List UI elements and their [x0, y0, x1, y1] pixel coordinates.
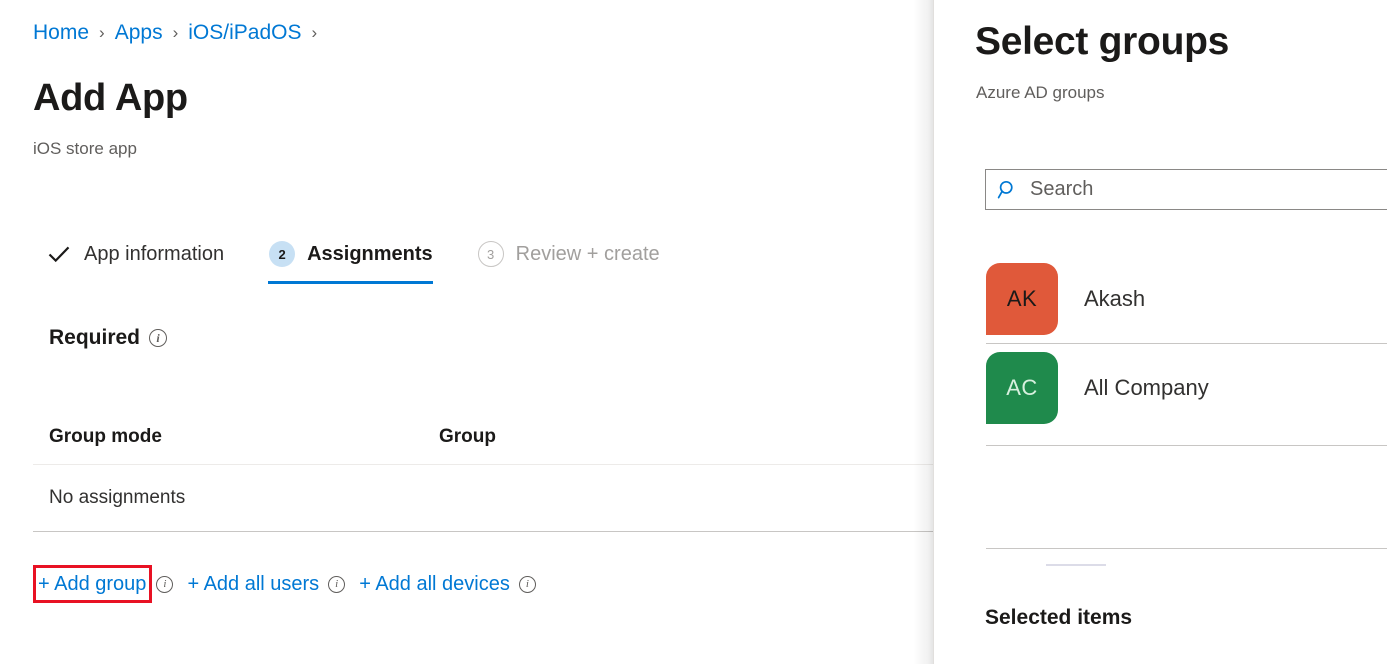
wizard-step-app-information[interactable]: App information: [45, 240, 224, 284]
column-header-group: Group: [439, 426, 739, 448]
checkmark-icon: [45, 240, 73, 268]
active-tab-underline: [268, 281, 433, 284]
wizard-step-assignments[interactable]: 2 Assignments: [268, 240, 433, 284]
add-group-button[interactable]: + Add group: [38, 572, 146, 596]
group-name: All Company: [1084, 375, 1209, 401]
breadcrumb-separator-icon: ›: [173, 20, 179, 46]
list-item[interactable]: AC All Company: [986, 344, 1387, 432]
wizard-step-review-create[interactable]: 3 Review + create: [477, 240, 660, 284]
breadcrumb-item-apps[interactable]: Apps: [115, 20, 163, 46]
add-all-users-button[interactable]: + Add all users: [187, 571, 319, 597]
wizard-step-label: App information: [84, 241, 224, 267]
search-icon: [997, 179, 1019, 201]
breadcrumb-item-home[interactable]: Home: [33, 20, 89, 46]
scroll-remnant-line: [1046, 564, 1106, 566]
section-heading-label: Required: [49, 326, 140, 350]
wizard-step-label: Review + create: [516, 241, 660, 267]
group-name: Akash: [1084, 286, 1145, 312]
cell-no-assignments: No assignments: [49, 487, 185, 509]
table-row: No assignments: [33, 465, 933, 531]
column-header-group-mode: Group mode: [49, 426, 439, 448]
select-groups-panel: Select groups Azure AD groups AK Akash A…: [933, 0, 1387, 664]
wizard-step-label: Assignments: [307, 241, 433, 267]
breadcrumb-separator-icon: ›: [99, 20, 105, 46]
avatar: AC: [986, 352, 1058, 424]
breadcrumb-separator-icon: ›: [311, 20, 317, 46]
selected-items-heading: Selected items: [985, 604, 1132, 632]
page-subtitle: iOS store app: [33, 137, 137, 161]
add-app-blade: Home › Apps › iOS/iPadOS › Add App iOS s…: [0, 0, 933, 664]
panel-subtitle: Azure AD groups: [976, 81, 1105, 105]
info-icon[interactable]: i: [328, 576, 345, 593]
step-number-badge: 3: [477, 240, 505, 268]
step-number-2: 2: [269, 241, 295, 267]
wizard-steps: App information 2 Assignments 3 Review +…: [45, 240, 660, 284]
info-icon[interactable]: i: [149, 329, 167, 347]
assignment-action-links: + Add group i + Add all users i + Add al…: [33, 565, 536, 603]
info-icon[interactable]: i: [519, 576, 536, 593]
table-header-row: Group mode Group: [33, 410, 933, 464]
avatar: AK: [986, 263, 1058, 335]
step-number-3: 3: [478, 241, 504, 267]
breadcrumb: Home › Apps › iOS/iPadOS ›: [33, 20, 327, 46]
breadcrumb-item-ios-ipados[interactable]: iOS/iPadOS: [188, 20, 301, 46]
assignments-table: Group mode Group No assignments: [33, 410, 933, 532]
table-row-divider: [33, 531, 933, 532]
panel-title: Select groups: [975, 17, 1229, 67]
app-window: Home › Apps › iOS/iPadOS › Add App iOS s…: [0, 0, 1387, 664]
group-results-list: AK Akash AC All Company: [986, 255, 1387, 432]
search-box[interactable]: [985, 169, 1387, 210]
step-number-badge: 2: [268, 240, 296, 268]
section-heading-required: Required i: [49, 326, 167, 350]
search-input[interactable]: [1030, 175, 1360, 205]
list-item[interactable]: AK Akash: [986, 255, 1387, 343]
info-icon[interactable]: i: [156, 576, 173, 593]
list-bottom-divider: [986, 445, 1387, 446]
add-all-devices-button[interactable]: + Add all devices: [359, 571, 510, 597]
add-all-devices-action: + Add all devices i: [359, 571, 536, 597]
add-all-users-action: + Add all users i: [187, 571, 345, 597]
selected-items-divider: [986, 548, 1387, 549]
add-group-action: + Add group i: [33, 565, 173, 603]
highlight-annotation-box: + Add group: [33, 565, 152, 603]
page-title: Add App: [33, 74, 188, 122]
